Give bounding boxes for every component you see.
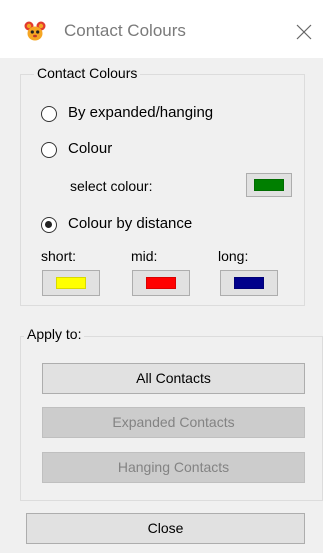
close-button[interactable]: Close — [26, 513, 305, 544]
contact-colours-legend: Contact Colours — [34, 65, 141, 81]
close-icon[interactable] — [296, 24, 312, 40]
dialog-body: Contact Colours By expanded/hanging Colo… — [0, 58, 323, 553]
long-colour-swatch — [234, 277, 264, 289]
hanging-contacts-button[interactable]: Hanging Contacts — [42, 452, 305, 483]
title-bar: Contact Colours — [0, 0, 323, 58]
mouse-head-icon — [24, 21, 46, 41]
radio-colour[interactable] — [41, 142, 57, 158]
apply-to-legend: Apply to: — [24, 326, 85, 342]
short-colour-swatch — [56, 277, 86, 289]
long-label: long: — [218, 248, 249, 264]
short-label: short: — [41, 248, 77, 264]
radio-colour-by-distance-label[interactable]: Colour by distance — [68, 215, 192, 232]
select-colour-label: select colour: — [70, 178, 153, 194]
window-title: Contact Colours — [64, 21, 186, 40]
radio-colour-by-distance[interactable] — [41, 217, 57, 233]
mid-colour-swatch — [146, 277, 176, 289]
long-colour-button[interactable] — [220, 270, 278, 296]
mid-colour-button[interactable] — [132, 270, 190, 296]
expanded-contacts-button[interactable]: Expanded Contacts — [42, 407, 305, 438]
select-colour-swatch — [254, 179, 284, 191]
all-contacts-button[interactable]: All Contacts — [42, 363, 305, 394]
short-colour-button[interactable] — [42, 270, 100, 296]
radio-by-expanded-hanging-label[interactable]: By expanded/hanging — [68, 104, 213, 121]
radio-by-expanded-hanging[interactable] — [41, 106, 57, 122]
select-colour-button[interactable] — [246, 173, 292, 197]
mid-label: mid: — [131, 248, 158, 264]
radio-colour-label[interactable]: Colour — [68, 140, 112, 157]
